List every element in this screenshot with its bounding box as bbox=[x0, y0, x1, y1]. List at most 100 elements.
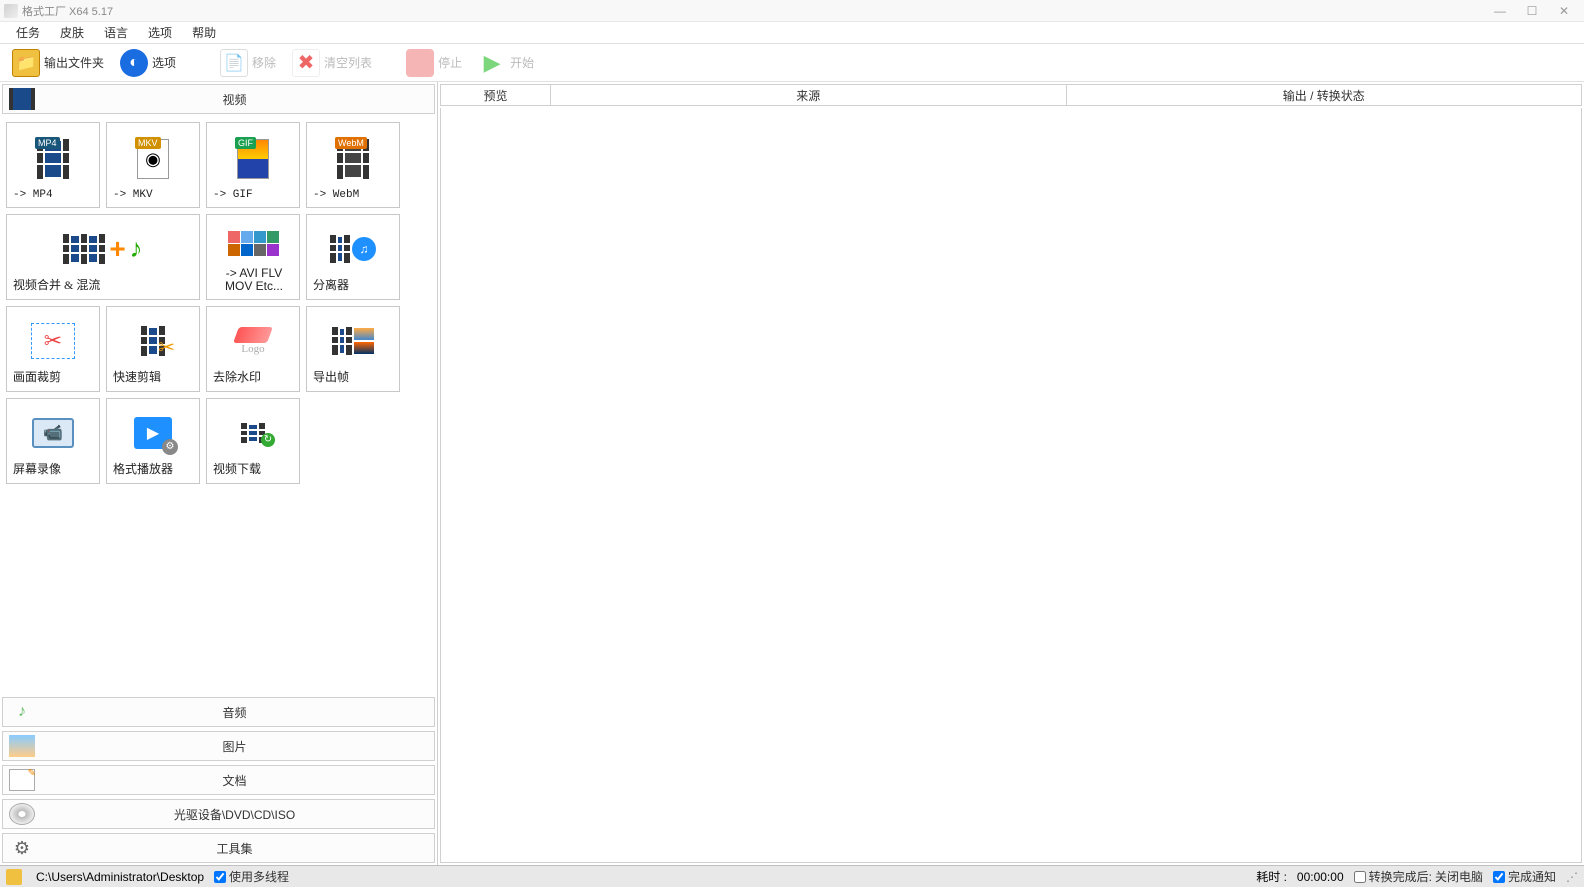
item-format-player-label: 格式播放器 bbox=[111, 460, 195, 477]
item-to-webm[interactable]: WebM -> WebM bbox=[306, 122, 400, 208]
options-icon: ◐ bbox=[120, 49, 148, 77]
category-tools-title: 工具集 bbox=[41, 840, 428, 857]
item-to-mkv-label: -> MKV bbox=[111, 189, 195, 201]
title-bar: 格式工厂 X64 5.17 — ☐ ✕ bbox=[0, 0, 1584, 22]
item-to-gif-label: -> GIF bbox=[211, 189, 295, 201]
notify-toggle[interactable]: 完成通知 bbox=[1493, 868, 1556, 885]
item-merge-mux-label: 视频合并 & 混流 bbox=[11, 276, 195, 293]
shutdown-checkbox[interactable] bbox=[1354, 871, 1366, 883]
elapsed-label: 耗时 : bbox=[1256, 868, 1287, 885]
multithread-label: 使用多线程 bbox=[229, 868, 289, 885]
minimize-button[interactable]: — bbox=[1484, 2, 1516, 20]
item-more-formats[interactable]: -> AVI FLV MOV Etc... bbox=[206, 214, 300, 300]
shutdown-label: 转换完成后: bbox=[1369, 868, 1432, 885]
category-audio-header[interactable]: ♪ 音频 bbox=[2, 697, 435, 727]
music-note-icon: ♪ bbox=[130, 233, 143, 264]
stop-label: 停止 bbox=[438, 54, 462, 71]
item-export-frames-label: 导出帧 bbox=[311, 368, 395, 385]
category-image-title: 图片 bbox=[41, 738, 428, 755]
close-button[interactable]: ✕ bbox=[1548, 2, 1580, 20]
category-optical-header[interactable]: 光驱设备\DVD\CD\ISO bbox=[2, 799, 435, 829]
item-to-webm-label: -> WebM bbox=[311, 189, 395, 201]
start-label: 开始 bbox=[510, 54, 534, 71]
task-columns-header: 预览 来源 输出 / 转换状态 bbox=[440, 84, 1582, 106]
item-more-formats-line1: -> AVI FLV bbox=[213, 267, 295, 280]
output-path[interactable]: C:\Users\Administrator\Desktop bbox=[36, 870, 204, 884]
download-icon: ↻ bbox=[261, 433, 275, 447]
menu-options[interactable]: 选项 bbox=[138, 22, 182, 43]
item-to-mp4[interactable]: MP4 -> MP4 bbox=[6, 122, 100, 208]
col-status[interactable]: 输出 / 转换状态 bbox=[1067, 85, 1582, 105]
item-screen-record-label: 屏幕录像 bbox=[11, 460, 95, 477]
item-remove-watermark[interactable]: Logo 去除水印 bbox=[206, 306, 300, 392]
item-video-download[interactable]: ↻ 视频下载 bbox=[206, 398, 300, 484]
menu-skin[interactable]: 皮肤 bbox=[50, 22, 94, 43]
file-remove-icon: 📄 bbox=[220, 49, 248, 77]
window-title: 格式工厂 X64 5.17 bbox=[22, 3, 113, 19]
item-splitter-label: 分离器 bbox=[311, 276, 395, 293]
category-image-header[interactable]: 图片 bbox=[2, 731, 435, 761]
options-button[interactable]: ◐ 选项 bbox=[116, 47, 180, 79]
film-icon bbox=[9, 88, 35, 110]
item-merge-mux[interactable]: + ♪ 视频合并 & 混流 bbox=[6, 214, 200, 300]
item-splitter[interactable]: ♫ 分离器 bbox=[306, 214, 400, 300]
notify-label: 完成通知 bbox=[1508, 868, 1556, 885]
stop-button[interactable]: 停止 bbox=[402, 47, 466, 79]
col-preview[interactable]: 预览 bbox=[441, 85, 551, 105]
menu-language[interactable]: 语言 bbox=[94, 22, 138, 43]
play-icon: ▶ bbox=[478, 49, 506, 77]
menu-task[interactable]: 任务 bbox=[6, 22, 50, 43]
options-label: 选项 bbox=[152, 54, 176, 71]
resize-grip-icon[interactable]: ⋰ bbox=[1566, 870, 1578, 884]
col-source[interactable]: 来源 bbox=[551, 85, 1067, 105]
menu-help[interactable]: 帮助 bbox=[182, 22, 226, 43]
clear-icon: ✖ bbox=[292, 49, 320, 77]
gear-icon: ⚙ bbox=[162, 439, 178, 455]
item-video-download-label: 视频下载 bbox=[211, 460, 295, 477]
category-optical-title: 光驱设备\DVD\CD\ISO bbox=[41, 806, 428, 823]
category-document-header[interactable]: ✎ 文档 bbox=[2, 765, 435, 795]
right-panel: 预览 来源 输出 / 转换状态 bbox=[438, 82, 1584, 865]
maximize-button[interactable]: ☐ bbox=[1516, 2, 1548, 20]
disc-icon bbox=[9, 803, 35, 825]
shutdown-value: 关闭电脑 bbox=[1435, 868, 1483, 885]
remove-label: 移除 bbox=[252, 54, 276, 71]
category-tools-header[interactable]: ⚙ 工具集 bbox=[2, 833, 435, 863]
left-panel: 视频 MP4 -> MP4 ◉MKV -> MKV GIF -> GIF Web… bbox=[0, 82, 438, 865]
item-to-gif[interactable]: GIF -> GIF bbox=[206, 122, 300, 208]
shutdown-toggle[interactable]: 转换完成后: 关闭电脑 bbox=[1354, 868, 1483, 885]
folder-icon: 📁 bbox=[12, 49, 40, 77]
scissors-icon: ✂ bbox=[158, 335, 175, 360]
start-button[interactable]: ▶ 开始 bbox=[474, 47, 538, 79]
multithread-toggle[interactable]: 使用多线程 bbox=[214, 868, 289, 885]
remove-button[interactable]: 📄 移除 bbox=[216, 47, 280, 79]
output-folder-label: 输出文件夹 bbox=[44, 54, 104, 71]
plus-icon: + bbox=[109, 233, 125, 265]
output-folder-button[interactable]: 📁 输出文件夹 bbox=[8, 47, 108, 79]
item-crop-label: 画面裁剪 bbox=[11, 368, 95, 385]
status-bar: C:\Users\Administrator\Desktop 使用多线程 耗时 … bbox=[0, 865, 1584, 887]
item-export-frames[interactable]: 导出帧 bbox=[306, 306, 400, 392]
scissors-icon: ✂ bbox=[44, 328, 62, 354]
camcorder-icon: 📹 bbox=[43, 423, 63, 443]
item-crop[interactable]: ✂ 画面裁剪 bbox=[6, 306, 100, 392]
item-screen-record[interactable]: 📹 屏幕录像 bbox=[6, 398, 100, 484]
item-quick-cut[interactable]: ✂ 快速剪辑 bbox=[106, 306, 200, 392]
app-icon bbox=[4, 4, 18, 18]
folder-icon[interactable] bbox=[6, 869, 22, 885]
clear-list-button[interactable]: ✖ 清空列表 bbox=[288, 47, 376, 79]
stop-icon bbox=[406, 49, 434, 77]
clear-list-label: 清空列表 bbox=[324, 54, 372, 71]
item-remove-watermark-label: 去除水印 bbox=[211, 368, 295, 385]
category-video-title: 视频 bbox=[41, 91, 428, 108]
multithread-checkbox[interactable] bbox=[214, 871, 226, 883]
category-video-body: MP4 -> MP4 ◉MKV -> MKV GIF -> GIF WebM -… bbox=[0, 116, 437, 695]
category-video-header[interactable]: 视频 bbox=[2, 84, 435, 114]
category-audio-title: 音频 bbox=[41, 704, 428, 721]
notify-checkbox[interactable] bbox=[1493, 871, 1505, 883]
item-format-player[interactable]: ▶⚙ 格式播放器 bbox=[106, 398, 200, 484]
task-list[interactable] bbox=[440, 108, 1582, 863]
item-to-mkv[interactable]: ◉MKV -> MKV bbox=[106, 122, 200, 208]
item-to-mp4-label: -> MP4 bbox=[11, 189, 95, 201]
toolbar: 📁 输出文件夹 ◐ 选项 📄 移除 ✖ 清空列表 停止 ▶ 开始 bbox=[0, 44, 1584, 82]
